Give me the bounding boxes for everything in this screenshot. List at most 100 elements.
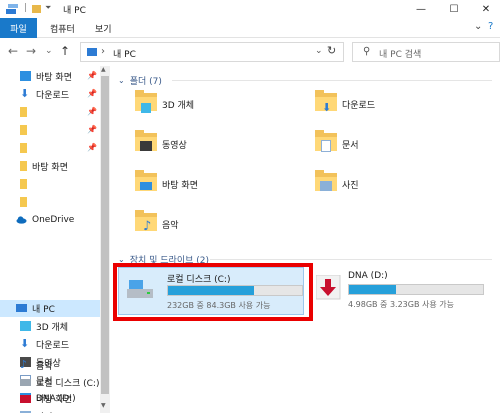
refresh-button[interactable]: ↻	[327, 44, 336, 57]
this-pc-icon	[16, 304, 27, 312]
sidebar-item-label: 다운로드	[36, 340, 70, 351]
download-overlay-icon: ⬇	[322, 101, 332, 114]
scroll-down-icon[interactable]: ▼	[101, 402, 106, 409]
sidebar-scrollbar[interactable]: ▲ ▼	[100, 66, 110, 413]
sidebar-item-drive-d[interactable]: DNA (D:)	[20, 391, 76, 407]
folder-label: 다운로드	[342, 101, 376, 111]
sidebar-item-label: 다운로드	[36, 90, 70, 101]
search-icon: ⚲	[363, 46, 371, 57]
quick-access-dropdown-icon[interactable]: ⏷	[45, 3, 51, 13]
sidebar-item-label: 로컬 디스크 (C:)	[36, 378, 100, 389]
pin-icon: 📌	[87, 107, 97, 116]
divider	[210, 259, 492, 260]
desktop-icon	[20, 71, 31, 81]
3d-objects-icon	[20, 321, 31, 331]
sidebar-item-music[interactable]: ♪ 음악	[20, 357, 53, 373]
sidebar-item-label: 바탕 화면	[32, 162, 68, 173]
sidebar-item-downloads[interactable]: ⬇ 다운로드	[20, 86, 69, 102]
desktop-overlay-icon	[140, 182, 152, 190]
help-icon[interactable]: ?	[488, 21, 493, 32]
folder-icon	[20, 161, 27, 171]
folder-label: 바탕 화면	[162, 181, 198, 191]
drive-d-icon	[316, 275, 341, 300]
maximize-button[interactable]: ☐	[440, 0, 468, 18]
this-pc-icon	[87, 48, 97, 56]
divider	[172, 80, 492, 81]
drive-d[interactable]: DNA (D:) 4.98GB 중 3.23GB 사용 가능	[310, 267, 496, 315]
section-title: 폴더 (7)	[129, 77, 162, 87]
folder-label: 문서	[342, 141, 359, 151]
tab-file[interactable]: 파일	[0, 18, 37, 38]
address-row: ← → ⌄ ↑ › 내 PC ⌄ ↻ ⚲ 내 PC 검색	[0, 38, 500, 66]
video-overlay-icon	[140, 141, 152, 151]
sidebar-item-label: 바탕 화면	[36, 72, 72, 83]
separator-icon: |	[24, 3, 28, 13]
sidebar-item-this-pc[interactable]: 내 PC	[16, 300, 55, 316]
sidebar-item-label: DNA (D:)	[36, 394, 76, 404]
address-dropdown-icon[interactable]: ⌄	[315, 46, 323, 56]
address-bar[interactable]: › 내 PC ⌄	[80, 42, 344, 62]
sidebar-item-label: OneDrive	[32, 215, 75, 225]
sidebar-item-folder[interactable]	[20, 104, 32, 120]
ribbon-collapse-icon[interactable]: ⌄	[474, 21, 482, 32]
chevron-right-icon[interactable]: ›	[101, 46, 105, 57]
chevron-down-icon[interactable]: ⌄	[118, 76, 125, 85]
sidebar-item-folder[interactable]	[20, 122, 32, 138]
folder-icon	[20, 107, 27, 117]
close-button[interactable]: ✕	[472, 0, 500, 18]
sidebar-item-folder[interactable]	[20, 194, 32, 210]
sidebar-item-downloads[interactable]: ⬇ 다운로드	[20, 336, 69, 352]
folder-icon	[20, 125, 27, 135]
drive-detail: 4.98GB 중 3.23GB 사용 가능	[348, 300, 454, 309]
folders-header[interactable]: ⌄ 폴더 (7)	[118, 74, 162, 87]
drive-d-icon	[20, 395, 31, 403]
sidebar-item-label: 내 PC	[32, 304, 55, 315]
sidebar-item-3d-objects[interactable]: 3D 개체	[20, 318, 68, 334]
up-button[interactable]: ↑	[60, 44, 70, 58]
local-disk-icon	[20, 378, 31, 386]
download-icon: ⬇	[20, 337, 30, 350]
recent-locations-icon[interactable]: ⌄	[45, 46, 53, 56]
cloud-icon	[16, 216, 27, 224]
explorer-icon[interactable]	[6, 3, 20, 15]
drive-usage-bar	[348, 284, 484, 295]
sidebar-item-folder[interactable]	[20, 140, 32, 156]
sidebar-item-local-disk[interactable]: 로컬 디스크 (C:)	[20, 374, 99, 390]
folder-label: 동영상	[162, 141, 187, 151]
music-icon: ♪	[20, 358, 28, 371]
forward-button[interactable]: →	[26, 44, 36, 58]
folder-icon	[20, 179, 27, 189]
search-input[interactable]: ⚲ 내 PC 검색	[352, 42, 500, 62]
folder-label: 음악	[162, 221, 179, 231]
sidebar-item-label: 사진	[36, 410, 53, 413]
address-path[interactable]: 내 PC	[113, 47, 136, 60]
navigation-pane: 바탕 화면 📌 ⬇ 다운로드 📌 📌 📌 📌 바탕 화면 OneDrive 내 …	[0, 66, 110, 413]
tab-computer[interactable]: 컴퓨터	[50, 22, 75, 35]
pin-icon: 📌	[87, 89, 97, 98]
title-bar: | ⏷ 내 PC — ☐ ✕	[0, 0, 500, 18]
drive-name: DNA (D:)	[348, 271, 388, 281]
sidebar-item-desktop-folder[interactable]: 바탕 화면	[20, 158, 68, 174]
search-placeholder: 내 PC 검색	[379, 50, 422, 60]
3d-overlay-icon	[141, 103, 151, 113]
sidebar-item-label: 음악	[36, 361, 53, 372]
sidebar-item-pictures[interactable]: 사진	[20, 408, 53, 413]
scrollbar-thumb[interactable]	[101, 76, 109, 394]
sidebar-item-label: 3D 개체	[36, 322, 69, 333]
folder-label: 3D 개체	[162, 101, 195, 111]
drive-usage-fill	[349, 285, 396, 294]
tab-view[interactable]: 보기	[95, 22, 112, 35]
pin-icon: 📌	[87, 143, 97, 152]
photo-overlay-icon	[320, 181, 332, 191]
folder-label: 사진	[342, 181, 359, 191]
sidebar-item-folder[interactable]	[20, 176, 32, 192]
document-overlay-icon	[321, 140, 331, 152]
sidebar-item-desktop[interactable]: 바탕 화면	[20, 68, 72, 84]
download-icon: ⬇	[20, 87, 30, 100]
scroll-up-icon[interactable]: ▲	[101, 66, 106, 73]
back-button[interactable]: ←	[8, 44, 18, 58]
sidebar-item-onedrive[interactable]: OneDrive	[16, 212, 74, 228]
content-pane: ⌄ 폴더 (7) 3D 개체 ⬇ 다운로드 동영상 문서 바탕 화면 사진 ♪ …	[110, 66, 500, 413]
quick-access-toolbar-icon[interactable]	[32, 3, 42, 15]
minimize-button[interactable]: —	[407, 0, 435, 18]
